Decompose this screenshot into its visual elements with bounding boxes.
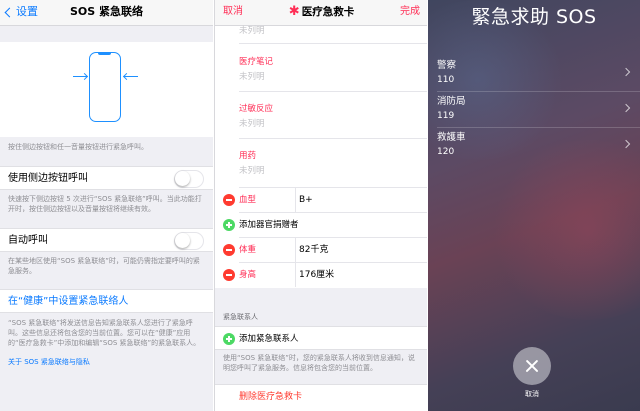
page-title: SOS 紧急联络 xyxy=(69,5,144,18)
sos-settings-panel: 设置 SOS 紧急联络 按住侧边按钮和任一音量按钮进行紧急呼叫。 使用侧边按钮呼… xyxy=(0,0,213,411)
contact-number: 119 xyxy=(437,111,455,121)
page-title-text: 医疗急救卡 xyxy=(301,6,355,18)
contact-name: 消防局 xyxy=(437,96,466,107)
medical-star-icon: ✱ xyxy=(288,4,300,19)
remove-icon[interactable] xyxy=(223,269,235,281)
nav-bar: 设置 SOS 紧急联络 xyxy=(0,0,213,26)
weight-value[interactable]: 82千克 xyxy=(299,244,328,256)
delete-label: 删除医疗急救卡 xyxy=(239,392,303,402)
side-button-illustration xyxy=(0,42,213,137)
field-value: 未列明 xyxy=(239,26,265,36)
side-button-call-note: 快速按下侧边按钮 5 次进行“SOS 紧急联络”呼叫。当此功能打开时，按住侧边按… xyxy=(8,195,202,213)
cancel-button[interactable] xyxy=(513,347,551,385)
nav-bar: 取消 ✱ 医疗急救卡 完成 xyxy=(215,0,427,26)
side-button-call-row: 使用侧边按钮呼叫 xyxy=(0,166,213,190)
contacts-note: 使用“SOS 紧急联络”时，您的紧急联系人将收到信息通知，说明您呼叫了紧急服务。… xyxy=(223,354,415,372)
health-link-row[interactable]: 在“健康”中设置紧急联络人 xyxy=(0,289,213,313)
health-link[interactable]: 在“健康”中设置紧急联络人 xyxy=(8,296,128,308)
field-label: 医疗笔记 xyxy=(239,57,274,67)
add-emergency-contact-label[interactable]: 添加紧急联系人 xyxy=(239,333,299,345)
cancel-label: 取消 xyxy=(525,390,539,398)
height-label: 身高 xyxy=(239,270,257,280)
medical-id-panel: 取消 ✱ 医疗急救卡 完成 未列明 医疗笔记 未列明 过敏反应 未列明 用药 未列… xyxy=(214,0,427,411)
chevron-right-icon xyxy=(621,103,631,113)
height-value[interactable]: 176厘米 xyxy=(299,269,334,281)
auto-call-toggle[interactable] xyxy=(174,232,204,250)
weight-row[interactable]: 体重 82千克 xyxy=(215,238,427,262)
page-title: ✱ 医疗急救卡 xyxy=(215,5,427,19)
contact-name: 警察 xyxy=(437,60,457,71)
add-emergency-contact-row[interactable]: 添加紧急联系人 xyxy=(215,326,427,350)
privacy-link[interactable]: 关于 SOS 紧急联络与隐私 xyxy=(8,357,90,367)
contact-row-fire[interactable]: 消防局 119 xyxy=(428,92,640,128)
auto-call-row: 自动呼叫 xyxy=(0,228,213,252)
side-button-call-toggle[interactable] xyxy=(174,170,204,188)
arrow-left-icon xyxy=(122,72,138,81)
contact-number: 110 xyxy=(437,75,455,85)
page-title: 緊急求助 SOS xyxy=(471,6,597,28)
footer-note: “SOS 紧急联络”将发送信息告知紧急联系人您进行了紧急呼叫。这些信息还将包含您… xyxy=(8,319,201,347)
add-organ-donor-row[interactable]: 添加器官捐赠者 xyxy=(215,213,427,237)
field-value[interactable]: 未列明 xyxy=(239,166,265,177)
contact-row-ambulance[interactable]: 救護車 120 xyxy=(428,128,640,164)
height-row[interactable]: 身高 176厘米 xyxy=(215,263,427,287)
auto-call-note: 在某些地区使用“SOS 紧急联络”时，可能仍需指定要呼叫的紧急服务。 xyxy=(8,257,200,275)
blood-type-row[interactable]: 血型 B+ xyxy=(215,188,427,212)
done-button[interactable]: 完成 xyxy=(400,5,420,19)
emergency-sos-panel: 緊急求助 SOS 警察 110 消防局 119 救護車 120 取消 xyxy=(428,0,640,411)
remove-icon[interactable] xyxy=(223,194,235,206)
field-value[interactable]: 未列明 xyxy=(239,72,265,83)
field-label: 用药 xyxy=(239,151,257,161)
weight-label: 体重 xyxy=(239,245,257,255)
side-button-call-label: 使用侧边按钮呼叫 xyxy=(8,173,88,184)
phone-icon xyxy=(89,52,121,122)
contact-name: 救護車 xyxy=(437,132,466,143)
field-label: 过敏反应 xyxy=(239,104,274,114)
blood-type-value[interactable]: B+ xyxy=(299,194,313,206)
remove-icon[interactable] xyxy=(223,244,235,256)
chevron-right-icon xyxy=(621,67,631,77)
contact-row-police[interactable]: 警察 110 xyxy=(428,56,640,92)
chevron-right-icon xyxy=(621,139,631,149)
auto-call-label: 自动呼叫 xyxy=(8,235,48,246)
field-value[interactable]: 未列明 xyxy=(239,119,265,130)
emergency-contacts-header: 紧急联系人 xyxy=(223,313,258,321)
contact-number: 120 xyxy=(437,147,455,157)
illustration-note: 按住侧边按钮和任一音量按钮进行紧急呼叫。 xyxy=(8,143,148,151)
delete-medical-id-button[interactable]: 删除医疗急救卡 xyxy=(215,384,427,408)
add-organ-donor-label[interactable]: 添加器官捐赠者 xyxy=(239,219,299,231)
add-icon[interactable] xyxy=(223,333,235,345)
arrow-right-icon xyxy=(73,72,89,81)
add-icon[interactable] xyxy=(223,219,235,231)
blood-type-label: 血型 xyxy=(239,195,257,205)
